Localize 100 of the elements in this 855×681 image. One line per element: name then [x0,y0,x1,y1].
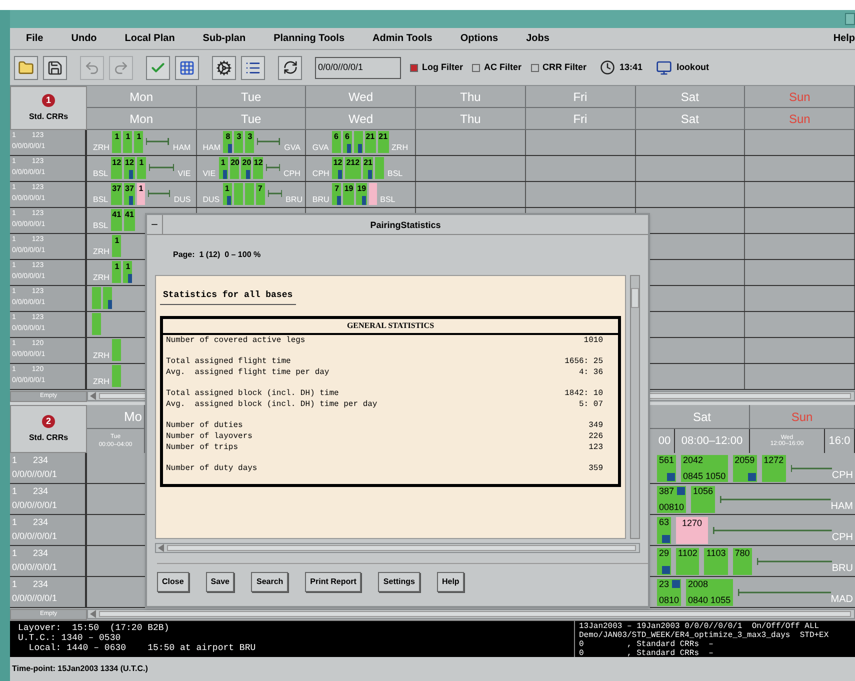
day-header: Wed [306,86,416,108]
flight-leg[interactable]: 7 [332,183,342,205]
flight-leg[interactable]: 7 [256,183,265,205]
station-code: CPH [311,170,330,178]
flight-leg[interactable]: 19 [356,183,368,205]
crr-code: 0/0/0//0/0/1 [12,593,58,603]
flight-leg[interactable] [354,131,363,153]
station-code: BRU [832,564,853,574]
dialog-button[interactable]: Save [206,572,234,592]
time-header: 00 [655,429,675,453]
flight-leg[interactable]: 1 [134,131,144,153]
dialog-button[interactable]: Help [436,572,464,592]
flight-leg[interactable]: 20 [241,157,251,179]
statistic-label: Number of covered active legs [166,335,306,346]
crr-count: 234 [33,454,48,467]
crr-count: 234 [33,547,48,560]
flight-leg[interactable]: 29 [657,548,672,574]
day-header: Fri [526,86,636,108]
menu-item[interactable]: Sub-plan [202,31,246,46]
menu-item[interactable]: File [26,31,44,46]
flight-leg[interactable]: 12 [332,157,344,179]
flight-leg[interactable]: 780 [732,548,752,574]
toolbar-button[interactable] [43,56,67,80]
flight-leg[interactable]: 1102 [676,548,700,574]
flight-leg[interactable]: 19 [343,183,354,205]
flight-leg[interactable]: 2042 0845 1050 [681,454,728,482]
vertical-scrollbar[interactable] [630,275,640,539]
menu-item[interactable]: Help [833,31,855,46]
dialog-button[interactable]: Print Report [305,572,362,592]
deadhead-leg[interactable] [369,183,378,205]
menu-item[interactable]: Jobs [526,31,550,46]
flight-leg[interactable]: 1 [112,235,122,257]
flight-leg[interactable]: 1103 [704,548,728,574]
station-code: ZRH [92,144,110,152]
folder-icon [18,60,34,76]
grid-icon [179,60,195,76]
flight-leg[interactable]: 1 [136,157,146,179]
flight-leg[interactable]: 2059 [732,454,757,482]
menu-item[interactable]: Planning Tools [274,31,345,46]
flight-leg[interactable]: 8 [223,131,232,153]
flight-leg[interactable]: 23 0810 [657,578,682,606]
flight-leg[interactable]: 12 [252,157,263,179]
day-header: Tue [196,86,306,108]
deadhead-leg[interactable]: 1270 [676,516,708,544]
page-indicator: Page: 1 (12) 0 – 100 % [173,249,262,261]
crr-number: 1 [12,454,18,467]
flight-leg[interactable]: 1 [123,131,132,153]
station-code: VIE [176,170,192,178]
horizontal-scrollbar[interactable] [155,543,640,553]
filter-checkbox[interactable] [530,64,539,72]
statistic-label: Total assigned flight time [166,356,291,367]
dialog-button[interactable]: Close [157,572,189,592]
menu-item[interactable]: Local Plan [124,31,175,46]
toolbar-button[interactable] [241,56,265,80]
toolbar-button[interactable] [278,56,302,80]
flight-leg[interactable]: 561 [657,454,676,482]
flight-leg[interactable]: 6 [342,131,352,153]
flight-leg[interactable]: 212 [345,157,361,179]
flight-leg[interactable]: 1272 [762,454,786,482]
pane-title: Std. CRRs [28,110,68,122]
horizontal-scrollbar[interactable] [87,609,855,619]
flight-leg[interactable]: 41 [111,209,122,231]
redo-icon [113,60,129,76]
statistic-label: Number of layovers [166,431,252,442]
flight-leg[interactable]: 1 [112,131,122,153]
filter-checkbox[interactable] [472,64,480,72]
deadhead-leg[interactable]: 1 [136,183,145,205]
flight-leg[interactable]: 1 [222,183,232,205]
statistic-label: Avg. assigned block (incl. DH) time per day [166,399,378,410]
menu-item[interactable]: Admin Tools [372,31,432,46]
flight-leg[interactable]: 2008 0840 1055 [686,578,733,606]
flight-leg[interactable]: 21 [364,131,376,153]
plan-input-field[interactable]: 0/0/0//0/0/1 [315,56,401,78]
flight-leg[interactable]: 1056 [691,486,716,512]
flight-leg[interactable]: 37 [124,183,135,205]
flight-leg[interactable]: 21 [378,131,389,153]
flight-leg[interactable]: 3 [234,131,244,153]
filter-checkbox[interactable] [410,64,418,72]
flight-leg[interactable]: 3 [245,131,254,153]
flight-leg[interactable]: 1 [218,157,228,179]
flight-leg[interactable] [103,287,112,309]
flight-leg[interactable]: 12 [111,157,122,179]
statistic-value: 1842: 10 [564,388,603,399]
flight-leg[interactable]: 41 [124,209,135,231]
toolbar-button[interactable] [212,56,236,80]
dialog-button[interactable]: Search [251,572,288,592]
menu-item[interactable]: Options [460,31,498,46]
crr-code: 0/0/0//0/0/1 [12,500,58,510]
filter-label: Log Filter [422,60,463,74]
window-menu-button[interactable] [845,13,855,25]
flight-leg[interactable]: 12 [124,157,135,179]
menu-item[interactable]: Undo [71,31,97,46]
flight-leg[interactable]: 6 [332,131,341,153]
flight-leg[interactable]: 21 [362,157,374,179]
flight-leg[interactable]: 387 00810 [657,486,686,512]
dialog-button[interactable]: Settings [378,572,420,592]
flight-leg[interactable]: 1 [112,261,122,283]
flight-leg[interactable]: 37 [111,183,122,205]
flight-leg[interactable]: 1 [123,261,132,283]
flight-leg[interactable]: 63 [657,516,672,544]
